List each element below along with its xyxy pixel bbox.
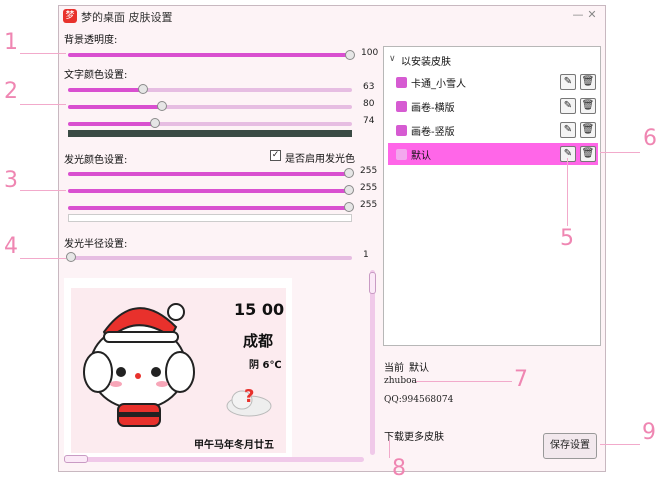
installed-skins-group-label: 以安装皮肤	[401, 57, 451, 68]
shirt-icon	[396, 101, 407, 112]
text-color-r-slider-rest	[141, 88, 352, 92]
annotation-3: 3	[4, 168, 18, 193]
current-skin-value: 默认	[409, 363, 429, 374]
annotation-7-line	[416, 381, 512, 382]
shirt-icon	[396, 77, 407, 88]
horizontal-scroll-thumb[interactable]	[64, 455, 88, 463]
text-color-r-value: 63	[363, 82, 375, 92]
annotation-4-line	[20, 258, 66, 259]
chevron-down-icon[interactable]: ∨	[389, 54, 396, 64]
skin-item-label: 画卷-竖版	[411, 127, 455, 138]
glow-color-r-slider[interactable]	[68, 172, 348, 176]
glow-color-r-value: 255	[360, 166, 378, 176]
skin-item-label: 画卷-横版	[411, 103, 455, 114]
edit-icon[interactable]: ✎	[560, 74, 576, 90]
text-color-label: 文字颜色设置:	[64, 70, 128, 81]
glow-enable-checkbox[interactable]: ✓	[270, 150, 281, 161]
close-button[interactable]: ✕	[584, 8, 600, 22]
current-skin-label: 当前	[384, 363, 404, 374]
annotation-8: 8	[392, 456, 406, 481]
download-more-skins-link[interactable]: 下载更多皮肤	[384, 428, 444, 443]
annotation-4: 4	[4, 234, 18, 259]
annotation-8-line	[389, 440, 390, 458]
text-color-g-slider[interactable]	[68, 105, 161, 109]
glow-color-b-slider[interactable]	[68, 206, 348, 210]
preview-city: 成都	[243, 332, 274, 350]
text-color-b-value: 74	[363, 116, 375, 126]
text-color-r-thumb[interactable]	[138, 84, 148, 94]
annotation-2-line	[20, 104, 66, 105]
annotation-9: 9	[642, 420, 656, 445]
glow-radius-thumb[interactable]	[66, 252, 76, 262]
annotation-6: 6	[643, 126, 657, 151]
author-qq: QQ:994568074	[384, 395, 454, 405]
bg-opacity-slider[interactable]	[68, 53, 352, 57]
shirt-icon	[396, 149, 407, 160]
glow-radius-value: 1	[363, 250, 369, 260]
annotation-6-line	[600, 152, 640, 153]
glow-color-g-value: 255	[360, 183, 378, 193]
bg-opacity-thumb[interactable]	[345, 50, 355, 60]
delete-icon[interactable]: 🗑	[580, 122, 596, 138]
text-color-b-slider-rest	[154, 122, 352, 126]
glow-color-b-value: 255	[360, 200, 378, 210]
text-color-r-slider[interactable]	[68, 88, 141, 92]
glow-color-label: 发光颜色设置:	[64, 155, 128, 166]
glow-color-g-slider[interactable]	[68, 189, 348, 193]
app-logo-icon: 梦	[63, 9, 77, 23]
preview-time: 15 00	[234, 300, 285, 319]
save-settings-button[interactable]: 保存设置	[543, 433, 597, 459]
glow-radius-label: 发光半径设置:	[64, 239, 128, 250]
cloud-weather-icon: ?	[226, 386, 272, 417]
cartoon-sheep-santa-image	[83, 303, 195, 427]
vertical-scroll-thumb[interactable]	[369, 272, 376, 294]
shirt-icon	[396, 125, 407, 136]
delete-icon[interactable]: 🗑	[580, 74, 596, 90]
delete-icon[interactable]: 🗑	[580, 146, 596, 162]
text-color-swatch	[68, 130, 352, 137]
annotation-2: 2	[4, 79, 18, 104]
glow-color-b-thumb[interactable]	[344, 202, 354, 212]
bg-opacity-value: 100	[361, 48, 379, 58]
annotation-1: 1	[4, 30, 18, 55]
skin-item-label: 默认	[411, 151, 431, 162]
annotation-5-line	[567, 158, 568, 226]
text-color-g-value: 80	[363, 99, 375, 109]
edit-icon[interactable]: ✎	[560, 98, 576, 114]
annotation-9-line	[600, 444, 640, 445]
glow-color-g-thumb[interactable]	[344, 185, 354, 195]
glow-enable-label: 是否启用发光色	[285, 154, 355, 165]
annotation-5: 5	[560, 226, 574, 251]
horizontal-scrollbar[interactable]	[64, 457, 364, 462]
text-color-b-slider[interactable]	[68, 122, 154, 126]
delete-icon[interactable]: 🗑	[580, 98, 596, 114]
glow-radius-slider[interactable]	[68, 256, 352, 260]
window-title: 梦的桌面 皮肤设置	[81, 11, 173, 24]
glow-color-r-thumb[interactable]	[344, 168, 354, 178]
text-color-b-thumb[interactable]	[150, 118, 160, 128]
glow-color-swatch	[68, 214, 352, 222]
preview-weather: 阴 6℃	[249, 360, 282, 371]
svg-text:?: ?	[244, 386, 254, 407]
bg-opacity-label: 背景透明度:	[64, 35, 118, 46]
annotation-7: 7	[514, 367, 528, 392]
text-color-g-slider-rest	[161, 105, 352, 109]
preview-date: 甲午马年冬月廿五	[194, 440, 274, 451]
vertical-scrollbar[interactable]	[370, 270, 375, 455]
annotation-3-line	[20, 190, 66, 191]
edit-icon[interactable]: ✎	[560, 122, 576, 138]
author-name: zhuboa	[384, 376, 417, 386]
text-color-g-thumb[interactable]	[157, 101, 167, 111]
annotation-1-line	[20, 53, 66, 54]
skin-item-label: 卡通_小雪人	[411, 79, 466, 90]
edit-icon[interactable]: ✎	[560, 146, 576, 162]
